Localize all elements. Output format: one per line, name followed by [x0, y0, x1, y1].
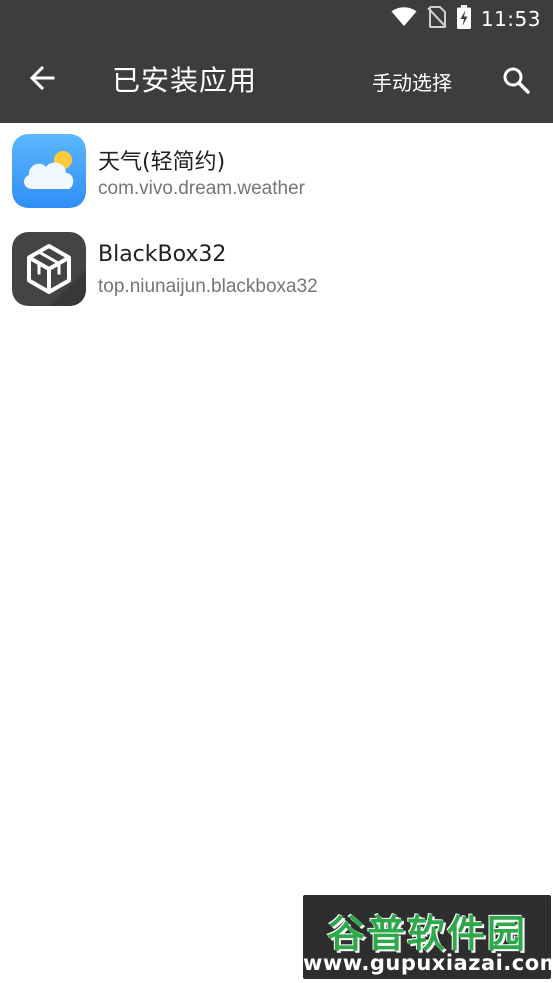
battery-charging-icon [456, 5, 471, 33]
back-button[interactable] [18, 58, 66, 102]
search-button[interactable] [494, 60, 538, 104]
app-name: 天气(轻简约) [98, 150, 226, 175]
watermark-url: www.gupuxiazai.com [303, 951, 551, 975]
installed-app-list: 天气(轻简约) com.vivo.dream.weather BlackBox3… [0, 123, 553, 319]
app-toolbar: 已安装应用 手动选择 [0, 38, 553, 123]
weather-app-icon [12, 134, 86, 208]
watermark: 谷普软件园 www.gupuxiazai.com [303, 895, 551, 979]
manual-select-button[interactable]: 手动选择 [372, 67, 452, 96]
app-name: BlackBox32 [98, 242, 227, 267]
list-item[interactable]: BlackBox32 top.niunaijun.blackboxa32 [0, 221, 553, 319]
arrow-left-icon [29, 65, 55, 95]
blackbox-app-icon [12, 232, 86, 306]
no-sim-icon [427, 6, 447, 32]
page-title: 已安装应用 [112, 64, 258, 97]
list-item[interactable]: 天气(轻简约) com.vivo.dream.weather [0, 123, 553, 221]
app-package-name: top.niunaijun.blackboxa32 [98, 276, 318, 297]
status-bar: 11:53 [0, 0, 553, 38]
wifi-icon [391, 7, 417, 31]
app-package-name: com.vivo.dream.weather [98, 178, 305, 199]
search-icon [502, 66, 530, 98]
watermark-logo: 谷普软件园 [326, 912, 527, 956]
status-time: 11:53 [480, 7, 541, 31]
status-icons: 11:53 [391, 5, 541, 33]
